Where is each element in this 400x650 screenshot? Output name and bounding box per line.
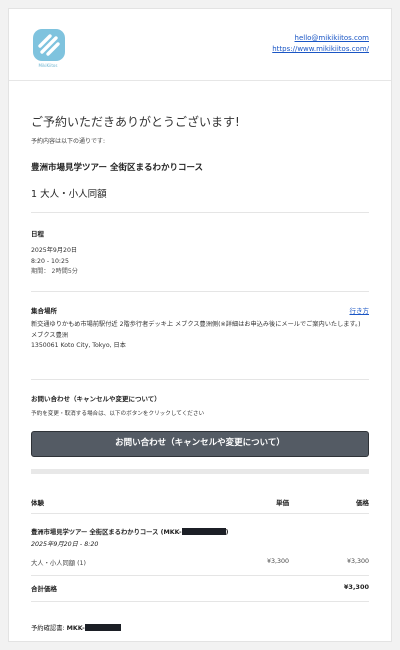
confirmation-label: 予約確認書: [31, 625, 65, 632]
inquiry-section: お問い合わせ（キャンセルや変更について） 予約を変更・取消する場合は、以下のボタ… [31, 393, 369, 420]
line-price: ¥3,300 [346, 558, 369, 565]
line-item-title: 豊洲市場見学ツアー 全街区まるわかりコース (MKK-) [31, 527, 369, 536]
meeting-address: 1350061 Koto City, Tokyo, 日本 [31, 342, 126, 349]
col-experience: 体験 [31, 499, 44, 507]
meeting-venue: メブクス豊洲 [31, 331, 68, 339]
website-link[interactable]: https://www.mikikiitos.com/ [272, 44, 369, 55]
meeting-section: 集合場所 新交通ゆりかもめ市場前駅付近 2階歩行者デッキ上 メブクス豊洲側(※詳… [31, 305, 369, 352]
divider [31, 379, 369, 380]
item-datetime: 2025年9月20日 - 8:20 [31, 541, 99, 548]
header-contacts: hello@mikikiitos.com https://www.mikikii… [272, 33, 369, 55]
total-label: 合計価格 [31, 585, 57, 593]
inquiry-label: お問い合わせ（キャンセルや変更について） [31, 395, 161, 403]
divider [31, 575, 369, 576]
schedule-section: 日程 2025年9月20日 8:20 - 10:25 期間： 2時間5分 [31, 228, 369, 278]
divider [31, 212, 369, 213]
line-unit-price: ¥3,300 [266, 558, 289, 565]
mikikiitos-logo-icon [33, 29, 65, 61]
col-price: 価格 [356, 499, 369, 507]
meeting-label: 集合場所 [31, 307, 57, 315]
inquiry-instruction: 予約を変更・取消する場合は、以下のボタンをクリックしてください [31, 411, 205, 417]
intro-subtitle: 予約内容は以下の通りです: [31, 138, 106, 145]
item-title: 豊洲市場見学ツアー 全街区まるわかりコース (MKK- [31, 529, 182, 536]
schedule-label: 日程 [31, 230, 44, 238]
email-link[interactable]: hello@mikikiitos.com [272, 33, 369, 44]
email-card: MikiKiitos hello@mikikiitos.com https://… [8, 8, 392, 642]
redacted-confirmation [84, 624, 121, 631]
divider [31, 513, 369, 514]
thanks-heading: ご予約いただきありがとうございます! [31, 115, 240, 129]
tour-title: 豊洲市場見学ツアー 全街区まるわかりコース [31, 163, 204, 173]
schedule-duration: 期間： 2時間5分 [31, 268, 78, 275]
directions-link[interactable]: 行き方 [350, 305, 370, 315]
email-header: MikiKiitos hello@mikikiitos.com https://… [9, 9, 391, 81]
line-label: 大人・小人同額 (1) [31, 560, 86, 567]
item-title-suffix: ) [225, 529, 229, 536]
divider [31, 601, 369, 602]
schedule-time: 8:20 - 10:25 [31, 257, 69, 265]
contact-change-cancel-button[interactable]: お問い合わせ（キャンセルや変更について） [31, 431, 369, 457]
confirmation-row: 予約確認書: MKK- [31, 623, 369, 632]
party-type: 1 大人・小人同額 [31, 189, 107, 200]
logo-text: MikiKiitos [38, 63, 58, 68]
section-separator [31, 469, 369, 474]
schedule-date: 2025年9月20日 [31, 247, 78, 254]
divider [31, 291, 369, 292]
redacted-id [181, 528, 226, 535]
total-value: ¥3,300 [343, 583, 369, 591]
confirmation-prefix: MKK- [66, 625, 85, 632]
col-unit-price: 単価 [276, 499, 289, 507]
meeting-location: 新交通ゆりかもめ市場前駅付近 2階歩行者デッキ上 メブクス豊洲側(※詳細はお申込… [31, 321, 361, 328]
